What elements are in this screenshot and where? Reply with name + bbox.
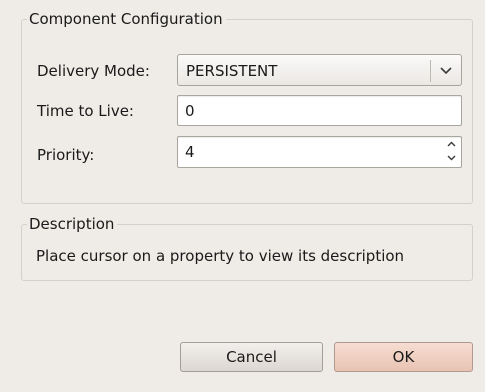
priority-label: Priority:: [37, 146, 95, 164]
cancel-button[interactable]: Cancel: [180, 342, 323, 372]
time-to-live-field[interactable]: [177, 95, 462, 126]
spin-up-icon[interactable]: [445, 138, 459, 152]
spin-down-icon[interactable]: [445, 152, 459, 166]
time-to-live-label: Time to Live:: [37, 102, 134, 120]
delivery-mode-value: PERSISTENT: [186, 62, 278, 80]
chevron-down-icon[interactable]: [431, 55, 461, 85]
ok-button[interactable]: OK: [334, 342, 473, 372]
description-text: Place cursor on a property to view its d…: [36, 247, 405, 265]
delivery-mode-label: Delivery Mode:: [37, 62, 150, 80]
component-configuration-title: Component Configuration: [27, 10, 226, 28]
component-configuration-group: Component Configuration Delivery Mode: P…: [21, 10, 473, 204]
priority-input[interactable]: [185, 143, 435, 161]
priority-stepper[interactable]: [177, 136, 462, 168]
delivery-mode-dropdown[interactable]: PERSISTENT: [177, 54, 462, 86]
description-group: Description Place cursor on a property t…: [21, 215, 473, 281]
time-to-live-input[interactable]: [185, 102, 435, 120]
description-title: Description: [27, 215, 118, 233]
